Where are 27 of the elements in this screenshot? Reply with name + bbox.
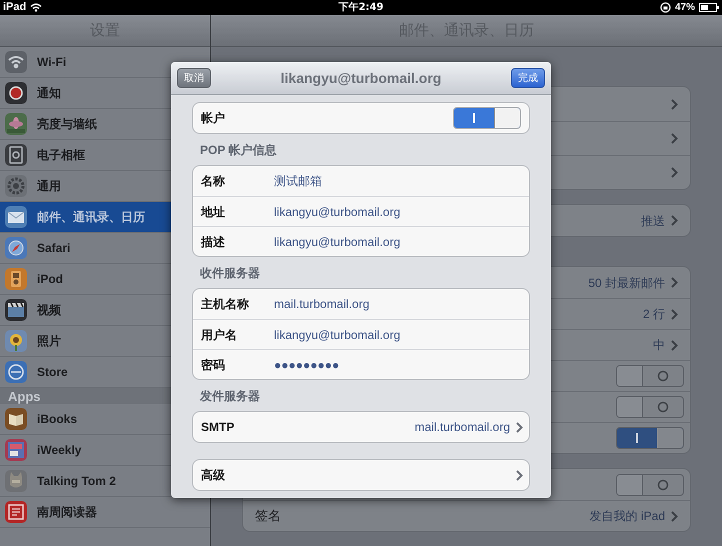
row-label: 签名	[255, 507, 281, 526]
section-title: Apps	[8, 390, 40, 402]
device-name: iPad	[3, 2, 26, 13]
sidebar-item-label: 亮度与墙纸	[37, 116, 98, 133]
sidebar-item-label: Wi-Fi	[37, 54, 68, 71]
dialog-title: likangyu@turbomail.org	[280, 68, 442, 88]
row-value: 中	[653, 337, 665, 354]
row-value: mail.turbomail.org	[414, 419, 510, 436]
sidebar-item-label: iWeekly	[37, 442, 82, 459]
sidebar-item-label: iBooks	[37, 411, 78, 428]
row-value: 50 封最新邮件	[588, 274, 665, 292]
sidebar-item-label: 通知	[37, 85, 62, 102]
row-value: 发自我的 iPad	[590, 508, 665, 525]
sidebar-item-label: Safari	[37, 240, 72, 257]
row-value: 2 行	[642, 306, 665, 323]
sidebar-item-label: 邮件、通讯录、日历	[37, 209, 146, 226]
sidebar-item-label: 通用	[37, 178, 62, 195]
section-header: 发件服务器	[200, 388, 260, 404]
clock: 下午2:49	[338, 2, 384, 12]
sidebar-item-label: Talking Tom 2	[37, 473, 117, 490]
row-value: 推送	[641, 212, 665, 230]
sidebar-item-label: iPod	[37, 271, 64, 288]
sidebar-item-label: 照片	[37, 333, 62, 350]
sidebar-item-label: 视频	[37, 302, 62, 319]
battery-level: 47%	[674, 2, 695, 12]
sidebar-item-label: 南周阅读器	[37, 504, 98, 521]
sidebar-item-label: Store	[37, 364, 69, 381]
